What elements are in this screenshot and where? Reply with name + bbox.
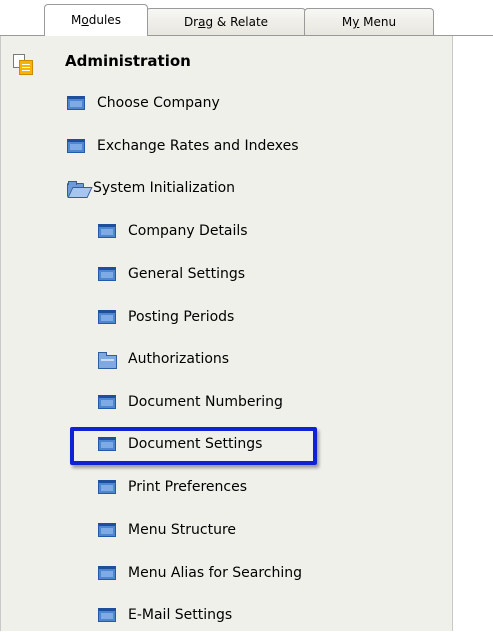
- window-icon: [98, 608, 116, 622]
- tree-item-label: Document Numbering: [128, 394, 283, 410]
- tree-item-label: Posting Periods: [128, 309, 235, 325]
- tree-item-label: Menu Alias for Searching: [128, 565, 303, 581]
- folder-closed-icon: [98, 352, 117, 369]
- tree-item-label: Administration: [65, 52, 191, 70]
- window-icon: [98, 480, 116, 494]
- tree-item-exchange-rates[interactable]: Exchange Rates and Indexes: [67, 129, 299, 163]
- window-icon: [67, 96, 85, 110]
- window-icon: [98, 310, 116, 324]
- tab-modules[interactable]: Modules: [44, 4, 148, 36]
- module-tree: Administration Choose Company Exchange R…: [0, 36, 453, 631]
- tab-drag-relate-label: Drag & Relate: [183, 15, 269, 29]
- window-icon: [98, 224, 116, 238]
- tree-item-print-preferences[interactable]: Print Preferences: [98, 470, 247, 504]
- tree-item-label: Company Details: [128, 223, 248, 239]
- tree-item-email-settings[interactable]: E-Mail Settings: [98, 598, 232, 632]
- module-tab-bar: Modules Drag & Relate My Menu: [0, 0, 493, 36]
- tree-item-general-settings[interactable]: General Settings: [98, 257, 245, 291]
- tree-item-posting-periods[interactable]: Posting Periods: [98, 300, 234, 334]
- tree-item-label: Authorizations: [128, 351, 230, 367]
- administration-module-icon: [13, 54, 33, 75]
- tree-item-menu-structure[interactable]: Menu Structure: [98, 513, 236, 547]
- tree-item-label: System Initialization: [93, 180, 236, 196]
- tree-item-document-numbering[interactable]: Document Numbering: [98, 385, 283, 419]
- window-icon: [98, 267, 116, 281]
- tree-item-administration[interactable]: Administration: [13, 44, 191, 78]
- folder-open-icon: [67, 181, 93, 198]
- tree-item-label: Exchange Rates and Indexes: [97, 138, 299, 154]
- tab-drag-relate[interactable]: Drag & Relate: [146, 8, 306, 35]
- document-settings-highlight: [70, 427, 317, 465]
- tree-item-label: Choose Company: [97, 95, 220, 111]
- tree-item-authorizations[interactable]: Authorizations: [98, 342, 229, 376]
- tree-item-menu-alias[interactable]: Menu Alias for Searching: [98, 556, 302, 590]
- window-icon: [98, 523, 116, 537]
- tab-my-menu-label: My Menu: [341, 15, 397, 29]
- window-icon: [98, 566, 116, 580]
- window-icon: [67, 139, 85, 153]
- tree-item-label: Print Preferences: [128, 479, 247, 495]
- tree-item-company-details[interactable]: Company Details: [98, 214, 248, 248]
- window-icon: [98, 395, 116, 409]
- tab-my-menu[interactable]: My Menu: [304, 8, 434, 35]
- tab-modules-label: Modules: [71, 13, 121, 27]
- tree-item-label: E-Mail Settings: [128, 607, 233, 623]
- tree-item-label: Menu Structure: [128, 522, 237, 538]
- tree-item-choose-company[interactable]: Choose Company: [67, 86, 220, 120]
- tree-item-label: General Settings: [128, 266, 246, 282]
- tree-item-system-initialization[interactable]: System Initialization: [67, 171, 235, 205]
